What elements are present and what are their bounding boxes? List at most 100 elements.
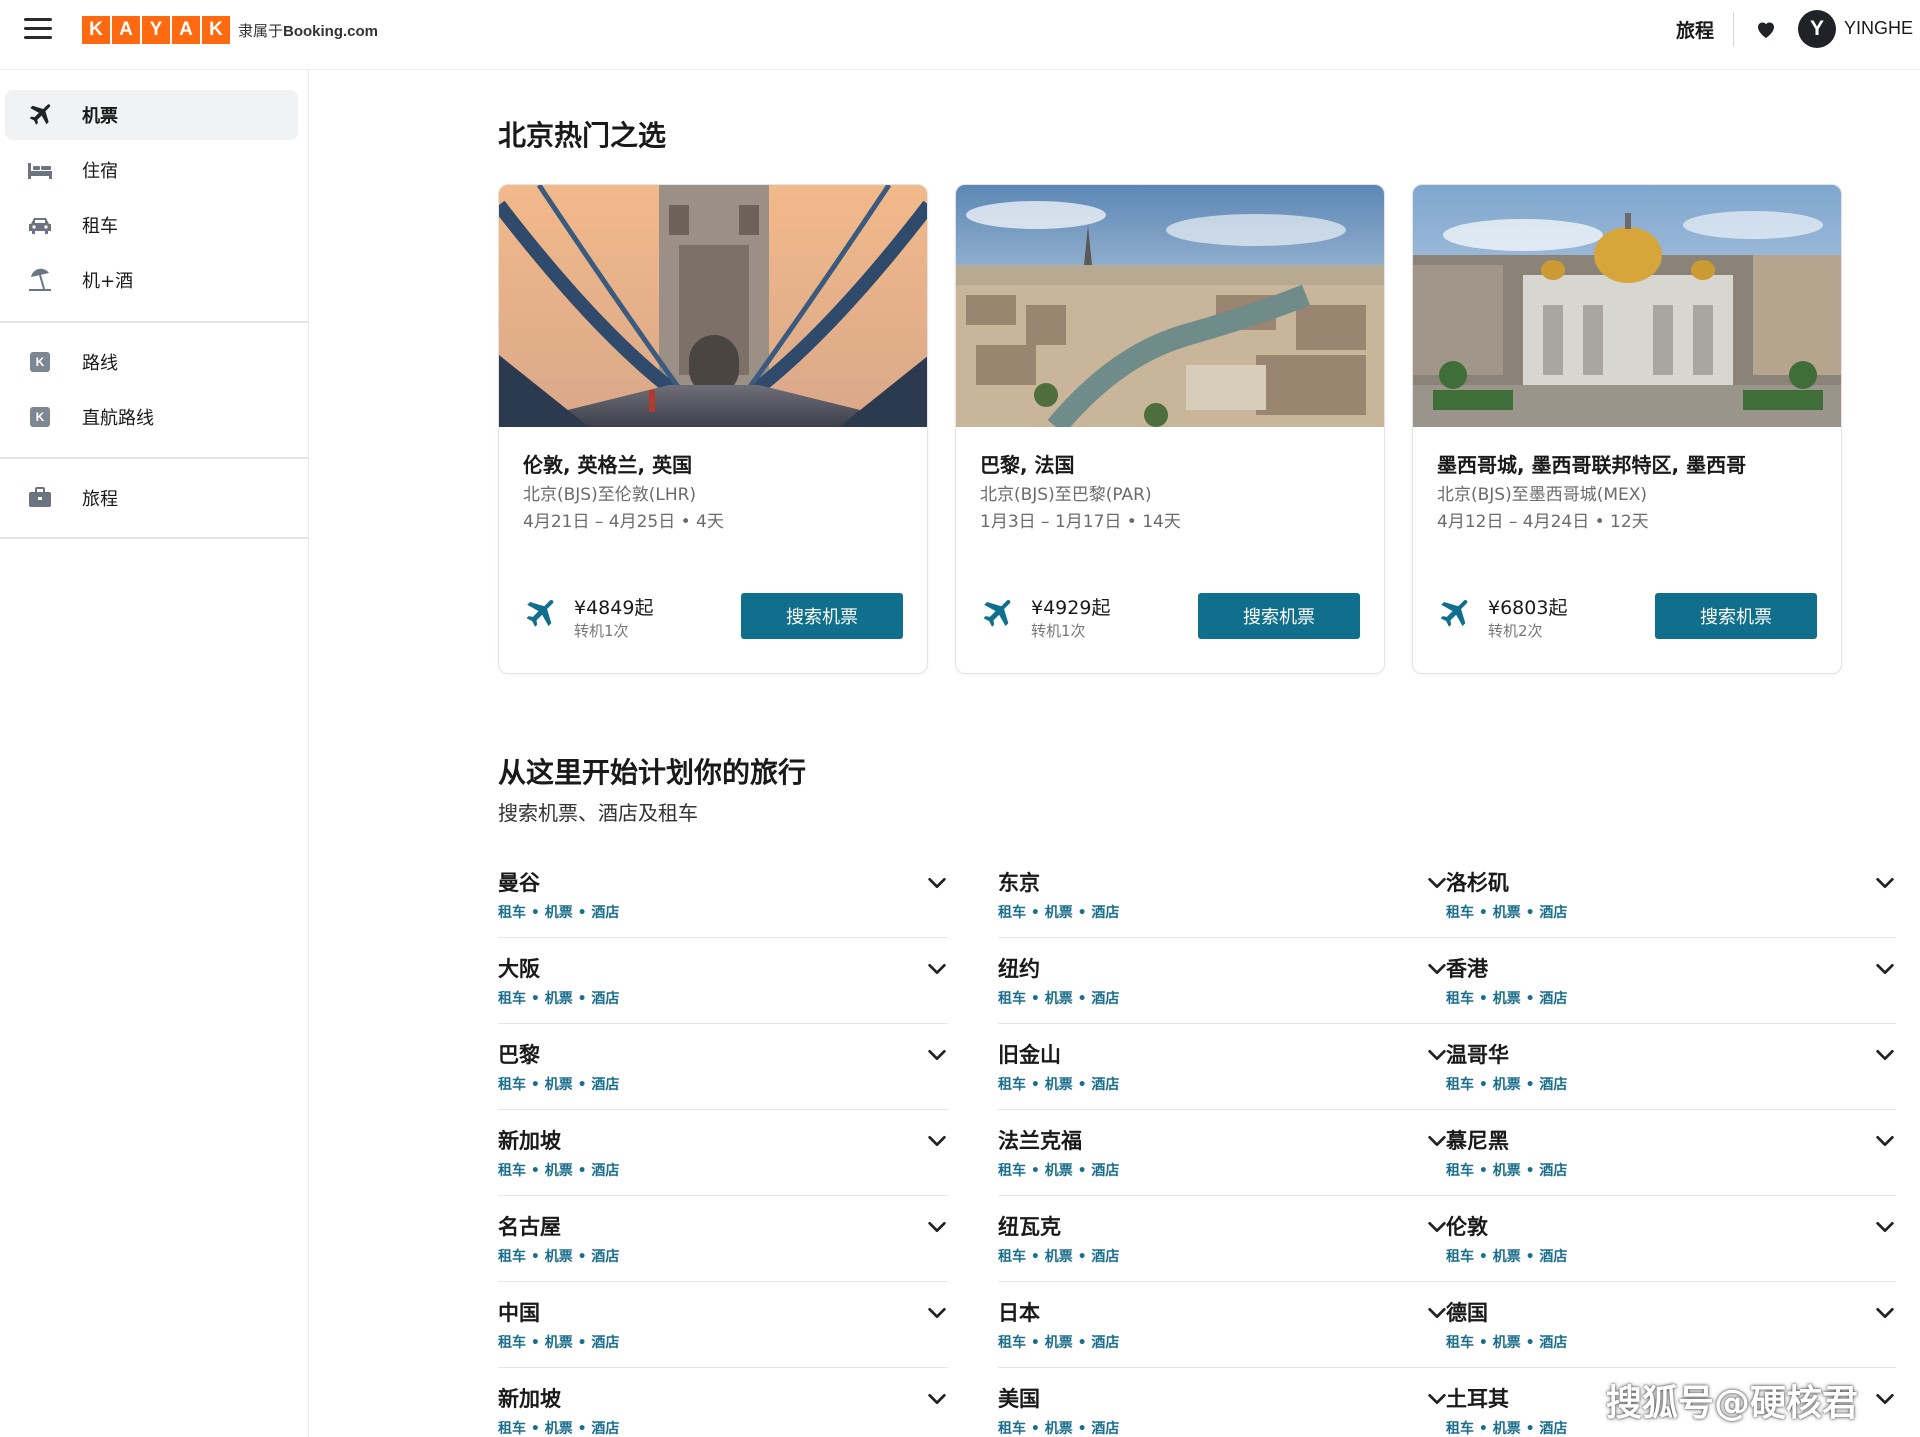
city-row[interactable]: 巴黎租车 • 机票 • 酒店 [498,1024,948,1110]
city-name[interactable]: 曼谷 [498,867,540,897]
city-links[interactable]: 租车 • 机票 • 酒店 [1446,1074,1567,1094]
menu-icon[interactable] [24,18,52,40]
chevron-down-icon[interactable] [1426,1302,1448,1324]
sidebar-item-stays[interactable]: 住宿 [5,145,298,195]
city-name[interactable]: 慕尼黑 [1446,1125,1509,1155]
city-name[interactable]: 纽约 [998,953,1040,983]
city-row[interactable]: 旧金山租车 • 机票 • 酒店 [998,1024,1448,1110]
city-name[interactable]: 新加坡 [498,1125,561,1155]
city-links[interactable]: 租车 • 机票 • 酒店 [998,1246,1119,1266]
city-row[interactable]: 新加坡租车 • 机票 • 酒店 [498,1368,948,1437]
sidebar-item-routes[interactable]: K 路线 [5,337,298,387]
city-links[interactable]: 租车 • 机票 • 酒店 [998,988,1119,1008]
city-name[interactable]: 东京 [998,867,1040,897]
chevron-down-icon[interactable] [1426,1388,1448,1410]
search-flights-button[interactable]: 搜索机票 [1198,593,1360,639]
sidebar-item-direct-routes[interactable]: K 直航路线 [5,392,298,442]
city-row[interactable]: 法兰克福租车 • 机票 • 酒店 [998,1110,1448,1196]
city-name[interactable]: 伦敦 [1446,1211,1488,1241]
city-links[interactable]: 租车 • 机票 • 酒店 [498,1246,619,1266]
city-links[interactable]: 租车 • 机票 • 酒店 [998,1332,1119,1352]
city-name[interactable]: 德国 [1446,1297,1488,1327]
chevron-down-icon[interactable] [1874,1216,1896,1238]
city-row[interactable]: 洛杉矶租车 • 机票 • 酒店 [1446,852,1896,938]
chevron-down-icon[interactable] [1426,1044,1448,1066]
search-flights-button[interactable]: 搜索机票 [741,593,903,639]
chevron-down-icon[interactable] [1426,872,1448,894]
chevron-down-icon[interactable] [926,872,948,894]
city-row[interactable]: 德国租车 • 机票 • 酒店 [1446,1282,1896,1368]
kayak-logo[interactable]: K A Y A K [82,16,232,44]
city-row[interactable]: 纽瓦克租车 • 机票 • 酒店 [998,1196,1448,1282]
city-row[interactable]: 慕尼黑租车 • 机票 • 酒店 [1446,1110,1896,1196]
chevron-down-icon[interactable] [1426,958,1448,980]
city-row[interactable]: 中国租车 • 机票 • 酒店 [498,1282,948,1368]
sidebar-item-cars[interactable]: 租车 [5,200,298,250]
city-name[interactable]: 土耳其 [1446,1383,1509,1413]
chevron-down-icon[interactable] [1874,1302,1896,1324]
city-row[interactable]: 新加坡租车 • 机票 • 酒店 [498,1110,948,1196]
city-name[interactable]: 旧金山 [998,1039,1061,1069]
city-links[interactable]: 租车 • 机票 • 酒店 [498,1332,619,1352]
search-flights-button[interactable]: 搜索机票 [1655,593,1817,639]
chevron-down-icon[interactable] [926,1216,948,1238]
chevron-down-icon[interactable] [926,958,948,980]
chevron-down-icon[interactable] [1874,1388,1896,1410]
city-links[interactable]: 租车 • 机票 • 酒店 [998,1418,1119,1437]
chevron-down-icon[interactable] [926,1388,948,1410]
city-name[interactable]: 新加坡 [498,1383,561,1413]
sidebar-item-trips[interactable]: 旅程 [5,473,298,523]
city-name[interactable]: 美国 [998,1383,1040,1413]
city-row[interactable]: 温哥华租车 • 机票 • 酒店 [1446,1024,1896,1110]
chevron-down-icon[interactable] [1426,1130,1448,1152]
city-name[interactable]: 纽瓦克 [998,1211,1061,1241]
city-name[interactable]: 洛杉矶 [1446,867,1509,897]
city-links[interactable]: 租车 • 机票 • 酒店 [498,988,619,1008]
city-links[interactable]: 租车 • 机票 • 酒店 [498,1418,619,1437]
city-row[interactable]: 香港租车 • 机票 • 酒店 [1446,938,1896,1024]
sidebar-item-flights[interactable]: 机票 [5,90,298,140]
city-row[interactable]: 伦敦租车 • 机票 • 酒店 [1446,1196,1896,1282]
sidebar-item-packages[interactable]: 机+酒 [5,255,298,305]
city-row[interactable]: 名古屋租车 • 机票 • 酒店 [498,1196,948,1282]
city-links[interactable]: 租车 • 机票 • 酒店 [998,902,1119,922]
city-links[interactable]: 租车 • 机票 • 酒店 [998,1160,1119,1180]
destination-card-mexico-city[interactable]: 墨西哥城, 墨西哥联邦特区, 墨西哥 北京(BJS)至墨西哥城(MEX) 4月1… [1412,184,1842,674]
city-links[interactable]: 租车 • 机票 • 酒店 [1446,1246,1567,1266]
city-name[interactable]: 巴黎 [498,1039,540,1069]
city-row[interactable]: 日本租车 • 机票 • 酒店 [998,1282,1448,1368]
city-links[interactable]: 租车 • 机票 • 酒店 [1446,1418,1567,1437]
chevron-down-icon[interactable] [1874,1130,1896,1152]
city-links[interactable]: 租车 • 机票 • 酒店 [1446,902,1567,922]
city-links[interactable]: 租车 • 机票 • 酒店 [998,1074,1119,1094]
city-links[interactable]: 租车 • 机票 • 酒店 [1446,988,1567,1008]
city-name[interactable]: 温哥华 [1446,1039,1509,1069]
city-name[interactable]: 名古屋 [498,1211,561,1241]
chevron-down-icon[interactable] [926,1044,948,1066]
city-row[interactable]: 美国租车 • 机票 • 酒店 [998,1368,1448,1437]
chevron-down-icon[interactable] [1874,1044,1896,1066]
city-row[interactable]: 大阪租车 • 机票 • 酒店 [498,938,948,1024]
city-name[interactable]: 日本 [998,1297,1040,1327]
city-row[interactable]: 纽约租车 • 机票 • 酒店 [998,938,1448,1024]
chevron-down-icon[interactable] [1874,872,1896,894]
chevron-down-icon[interactable] [1874,958,1896,980]
city-links[interactable]: 租车 • 机票 • 酒店 [498,1074,619,1094]
avatar[interactable]: Y [1798,10,1836,48]
city-name[interactable]: 大阪 [498,953,540,983]
chevron-down-icon[interactable] [926,1302,948,1324]
destination-card-paris[interactable]: 巴黎, 法国 北京(BJS)至巴黎(PAR) 1月3日 – 1月17日 • 14… [955,184,1385,674]
city-links[interactable]: 租车 • 机票 • 酒店 [498,1160,619,1180]
heart-icon[interactable] [1754,17,1778,41]
city-links[interactable]: 租车 • 机票 • 酒店 [1446,1160,1567,1180]
destination-card-london[interactable]: 伦敦, 英格兰, 英国 北京(BJS)至伦敦(LHR) 4月21日 – 4月25… [498,184,928,674]
chevron-down-icon[interactable] [1426,1216,1448,1238]
city-links[interactable]: 租车 • 机票 • 酒店 [1446,1332,1567,1352]
city-row[interactable]: 东京租车 • 机票 • 酒店 [998,852,1448,938]
city-links[interactable]: 租车 • 机票 • 酒店 [498,902,619,922]
header-trips-link[interactable]: 旅程 [1676,16,1714,43]
city-name[interactable]: 香港 [1446,953,1488,983]
city-name[interactable]: 法兰克福 [998,1125,1082,1155]
city-name[interactable]: 中国 [498,1297,540,1327]
chevron-down-icon[interactable] [926,1130,948,1152]
